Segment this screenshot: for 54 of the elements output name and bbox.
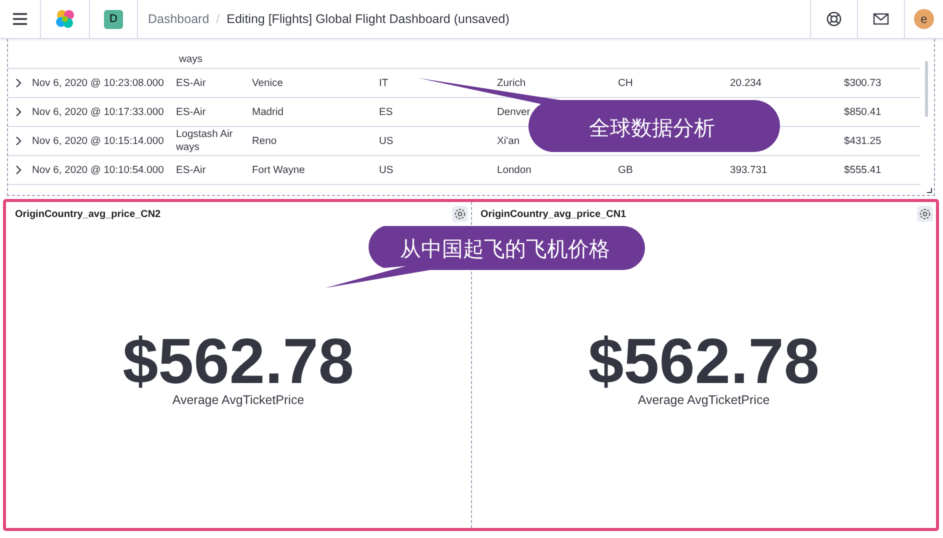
table-cell-text: Fort Wayne — [252, 164, 306, 176]
table-cell-text: GB — [618, 164, 634, 176]
mail-icon[interactable] — [873, 13, 889, 25]
table-cell-text: ways — [179, 53, 204, 66]
metric-label: Average AvgTicketPrice — [638, 393, 770, 407]
panel-title: OriginCountry_avg_price_CN2 — [15, 208, 161, 220]
table-cell-text: 393.731 — [730, 164, 768, 176]
table-cell-text: $431.25 — [844, 134, 882, 148]
table-cell-text: Venice — [252, 76, 284, 90]
user-avatar[interactable]: e — [914, 9, 934, 29]
settings-icon[interactable] — [452, 206, 468, 222]
expand-chevron-icon[interactable] — [15, 78, 22, 88]
expand-chevron-icon[interactable] — [15, 165, 22, 175]
table-cell-text: Madrid — [252, 106, 284, 118]
scrollbar[interactable] — [925, 61, 928, 117]
table-cell-text: Reno — [252, 134, 278, 148]
table-cell-text: 20.234 — [730, 76, 762, 90]
table-cell-text: ES-Air — [176, 76, 207, 90]
table-cell-text: IT — [379, 76, 390, 90]
expand-chevron-icon[interactable] — [15, 136, 22, 146]
table-cell-text: $300.73 — [844, 76, 882, 90]
table-cell-text: ES-Air — [176, 164, 207, 176]
table-cell-text: US — [379, 164, 394, 176]
panel-title: OriginCountry_avg_price_CN1 — [480, 208, 626, 220]
callout-text: 全球数据分析 — [589, 116, 715, 140]
table-cell-text: $555.41 — [844, 164, 882, 176]
table-cell-text: ES-Air — [176, 106, 207, 118]
table-cell-text: US — [379, 134, 394, 148]
table-cell-text: Nov 6, 2020 @ 10:17:33.000 — [32, 106, 165, 118]
logo-icon[interactable] — [55, 9, 75, 29]
callout-text: 从中国起飞的飞机价格 — [400, 237, 610, 261]
settings-icon[interactable] — [917, 206, 933, 222]
breadcrumb-current: Editing [Flights] Global Flight Dashboard (unsaved) — [226, 12, 510, 26]
breadcrumb-link[interactable]: Dashboard — [148, 12, 210, 26]
table-cell-text: CH — [618, 76, 634, 90]
table-cell-text: Xi'an — [497, 134, 521, 148]
resize-handle-icon[interactable] — [927, 188, 932, 193]
table-cell-text: Nov 6, 2020 @ 10:15:14.000 — [32, 134, 165, 148]
menu-icon[interactable] — [12, 12, 28, 26]
metric-value: $562.78 — [122, 329, 354, 393]
table-cell-text: London — [497, 164, 532, 176]
metric-label: Average AvgTicketPrice — [172, 393, 304, 407]
breadcrumb-separator: / — [216, 12, 220, 26]
table-cell-text: Zurich — [497, 76, 527, 90]
space-badge[interactable]: D — [104, 10, 123, 28]
table-cell-text: Nov 6, 2020 @ 10:10:54.000 — [32, 164, 165, 176]
table-cell-text: Denver — [497, 106, 532, 118]
metric-value: $562.78 — [588, 329, 820, 393]
table-cell-text: $850.41 — [844, 106, 882, 118]
table-cell-text: Logstash Airways — [176, 128, 234, 154]
table-cell-text: ES — [379, 106, 394, 118]
table-cell-text: Nov 6, 2020 @ 10:23:08.000 — [32, 76, 165, 90]
expand-chevron-icon[interactable] — [15, 107, 22, 117]
help-icon[interactable] — [826, 11, 842, 27]
